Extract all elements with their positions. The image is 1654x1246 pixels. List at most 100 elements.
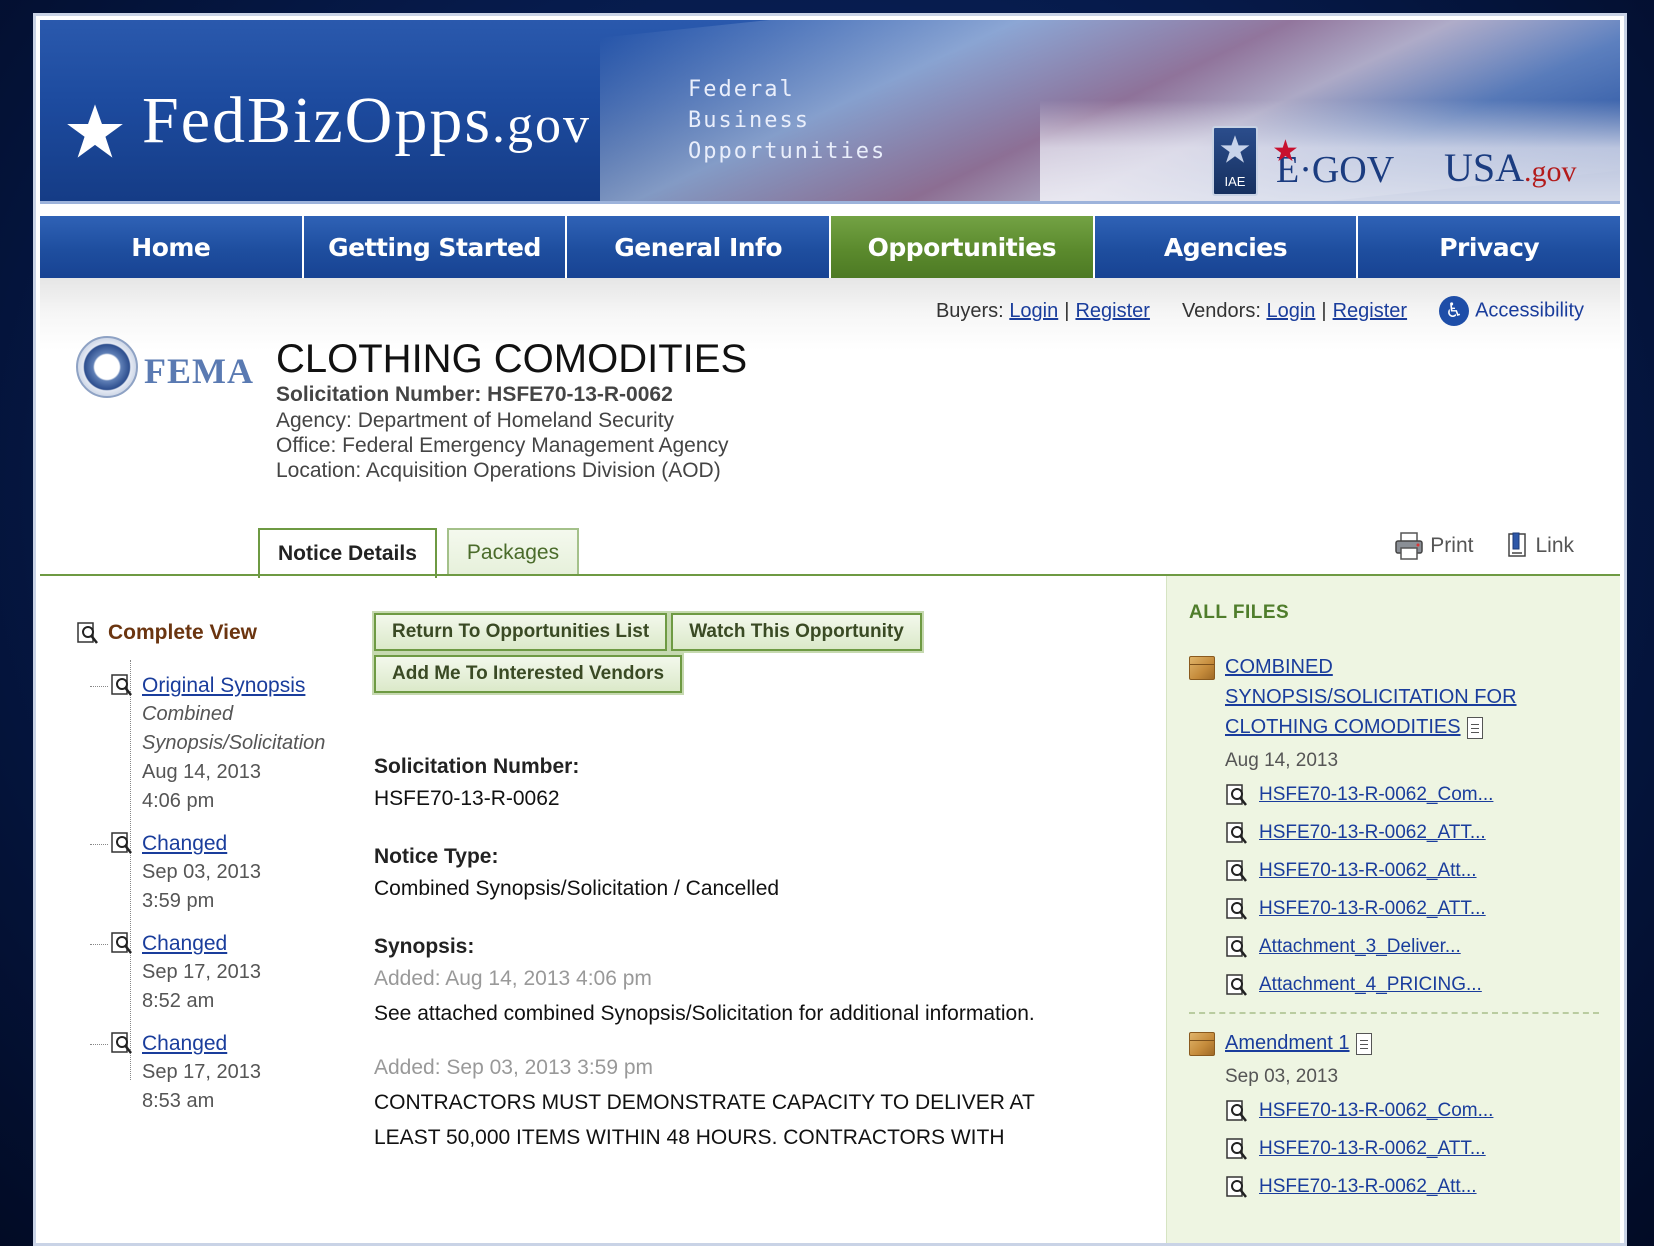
buyers-login-link[interactable]: Login <box>1009 300 1058 322</box>
buyers-links: Buyers: Login | Register <box>936 300 1150 323</box>
file-link[interactable]: HSFE70-13-R-0062_Com... <box>1259 784 1493 806</box>
add-interested-vendor-button[interactable]: Add Me To Interested Vendors <box>371 653 685 695</box>
magnifier-doc-icon <box>1225 972 1249 998</box>
package-link-line: COMBINED <box>1225 656 1333 678</box>
nav-privacy[interactable]: Privacy <box>1358 216 1621 278</box>
file-row: Attachment_4_PRICING... <box>1225 966 1609 1004</box>
node-type: Synopsis/Solicitation <box>142 732 326 754</box>
nav-opportunities[interactable]: Opportunities <box>831 216 1095 278</box>
usagov-label: USA <box>1444 145 1525 190</box>
notice-type-value: Combined Synopsis/Solicitation / Cancell… <box>374 877 780 900</box>
browser-page: FedBizOpps.gov Federal Business Opportun… <box>33 13 1627 1246</box>
usagov-logo[interactable]: USA.gov <box>1444 144 1577 191</box>
tab-packages[interactable]: Packages <box>446 528 580 576</box>
added-timestamp: Added: Sep 03, 2013 3:59 pm <box>374 1056 654 1079</box>
package-link-line: CLOTHING COMODITIES <box>1225 712 1517 742</box>
red-star-icon: ★ <box>1272 135 1299 168</box>
vendors-register-link[interactable]: Register <box>1333 300 1407 322</box>
vendors-login-link[interactable]: Login <box>1266 300 1315 322</box>
package-link-text: Amendment 1 <box>1225 1032 1350 1054</box>
accessibility-link[interactable]: ♿ Accessibility <box>1439 296 1584 326</box>
complete-view-link[interactable]: Complete View <box>76 620 376 646</box>
magnifier-doc-icon <box>76 620 100 646</box>
agency-logo-word: FEMA <box>144 351 254 391</box>
partner-logos: IAE ★ E·GOV USA.gov <box>1212 126 1612 201</box>
magnifier-doc-icon <box>110 930 134 956</box>
package-link[interactable]: Amendment 1 <box>1225 1028 1372 1058</box>
tree-node-changed: Changed Sep 17, 2013 8:52 am <box>76 930 376 1016</box>
file-row: HSFE70-13-R-0062_ATT... <box>1225 1130 1609 1168</box>
main-nav: Home Getting Started General Info Opport… <box>40 216 1621 278</box>
magnifier-doc-icon <box>1225 858 1249 884</box>
file-link[interactable]: Attachment_4_PRICING... <box>1259 974 1482 996</box>
return-to-list-button[interactable]: Return To Opportunities List <box>371 611 670 653</box>
iae-logo[interactable]: IAE <box>1212 126 1258 196</box>
zip-doc-icon[interactable] <box>1466 716 1483 739</box>
magnifier-doc-icon <box>1225 1098 1249 1124</box>
tree-node-changed: Changed Sep 17, 2013 8:53 am <box>76 1030 376 1116</box>
accessibility-label: Accessibility <box>1475 299 1584 322</box>
node-time: 8:53 am <box>142 1090 215 1112</box>
link-label: Link <box>1535 534 1574 557</box>
link-icon <box>1508 532 1527 557</box>
tab-notice-details[interactable]: Notice Details <box>258 528 437 578</box>
synopsis-text: CONTRACTORS MUST DEMONSTRATE CAPACITY TO… <box>374 1091 1035 1114</box>
site-logo-main: FedBizOpps <box>142 84 492 157</box>
nav-general-info[interactable]: General Info <box>567 216 832 278</box>
nav-getting-started[interactable]: Getting Started <box>303 216 568 278</box>
file-row: HSFE70-13-R-0062_ATT... <box>1225 890 1609 928</box>
action-buttons: Return To Opportunities List Watch This O… <box>371 611 974 697</box>
magnifier-doc-icon <box>110 1030 134 1056</box>
buyers-register-link[interactable]: Register <box>1075 300 1149 322</box>
solicitation-label: Solicitation Number: <box>374 755 580 778</box>
changed-link[interactable]: Changed <box>142 930 376 958</box>
file-link[interactable]: HSFE70-13-R-0062_ATT... <box>1259 898 1486 920</box>
file-link[interactable]: HSFE70-13-R-0062_Att... <box>1259 860 1477 882</box>
egov-logo[interactable]: ★ E·GOV <box>1272 135 1394 192</box>
file-package: COMBINED SYNOPSIS/SOLICITATION FOR CLOTH… <box>1189 652 1609 1004</box>
tree-tick <box>90 1044 108 1045</box>
changed-link[interactable]: Changed <box>142 1030 376 1058</box>
tagline-line: Opportunities <box>688 139 887 164</box>
file-link[interactable]: HSFE70-13-R-0062_ATT... <box>1259 822 1486 844</box>
file-link[interactable]: HSFE70-13-R-0062_Att... <box>1259 1176 1477 1198</box>
node-time: 3:59 pm <box>142 890 215 912</box>
magnifier-doc-icon <box>110 830 134 856</box>
agency-logo: FEMA <box>76 336 256 408</box>
solicitation-section: Solicitation Number: HSFE70-13-R-0062 <box>374 752 1134 816</box>
page-tools: Print Link <box>1360 532 1574 560</box>
nav-agencies[interactable]: Agencies <box>1094 216 1359 278</box>
site-banner: FedBizOpps.gov Federal Business Opportun… <box>40 20 1620 204</box>
magnifier-doc-icon <box>1225 820 1249 846</box>
file-row: HSFE70-13-R-0062_Att... <box>1225 852 1609 890</box>
file-link[interactable]: Attachment_3_Deliver... <box>1259 936 1461 958</box>
file-link[interactable]: HSFE70-13-R-0062_Com... <box>1259 1100 1493 1122</box>
site-logo[interactable]: FedBizOpps.gov <box>142 88 591 154</box>
notice-type-label: Notice Type: <box>374 845 499 868</box>
link-button[interactable]: Link <box>1507 532 1574 560</box>
magnifier-doc-icon <box>1225 782 1249 808</box>
package-box-icon <box>1189 656 1215 680</box>
solicitation-value: HSFE70-13-R-0062 <box>374 787 560 810</box>
notice-history-tree: Complete View Original Synopsis Combined… <box>76 620 376 1116</box>
file-link[interactable]: HSFE70-13-R-0062_ATT... <box>1259 1138 1486 1160</box>
magnifier-doc-icon <box>110 672 134 698</box>
synopsis-text: LEAST 50,000 ITEMS WITHIN 48 HOURS. CONT… <box>374 1126 1005 1149</box>
original-synopsis-link[interactable]: Original Synopsis <box>142 672 376 700</box>
changed-link[interactable]: Changed <box>142 830 376 858</box>
iae-label: IAE <box>1224 174 1246 189</box>
file-row: HSFE70-13-R-0062_ATT... <box>1225 814 1609 852</box>
file-row: HSFE70-13-R-0062_Com... <box>1225 1092 1609 1130</box>
node-date: Sep 17, 2013 <box>142 1061 261 1083</box>
file-package: Amendment 1 Sep 03, 2013 HSFE70-13-R-006… <box>1189 1028 1609 1206</box>
nav-home[interactable]: Home <box>40 216 304 278</box>
watch-opportunity-button[interactable]: Watch This Opportunity <box>669 611 924 653</box>
zip-doc-icon[interactable] <box>1355 1032 1372 1055</box>
magnifier-doc-icon <box>1225 1136 1249 1162</box>
notice-type-section: Notice Type: Combined Synopsis/Solicitat… <box>374 842 1134 906</box>
print-button[interactable]: Print <box>1394 532 1473 560</box>
node-date: Sep 17, 2013 <box>142 961 261 983</box>
synopsis-section: Synopsis: Added: Aug 14, 2013 4:06 pm Se… <box>374 932 1134 1155</box>
package-link[interactable]: COMBINED SYNOPSIS/SOLICITATION FOR CLOTH… <box>1225 652 1517 742</box>
package-box-icon <box>1189 1032 1215 1056</box>
